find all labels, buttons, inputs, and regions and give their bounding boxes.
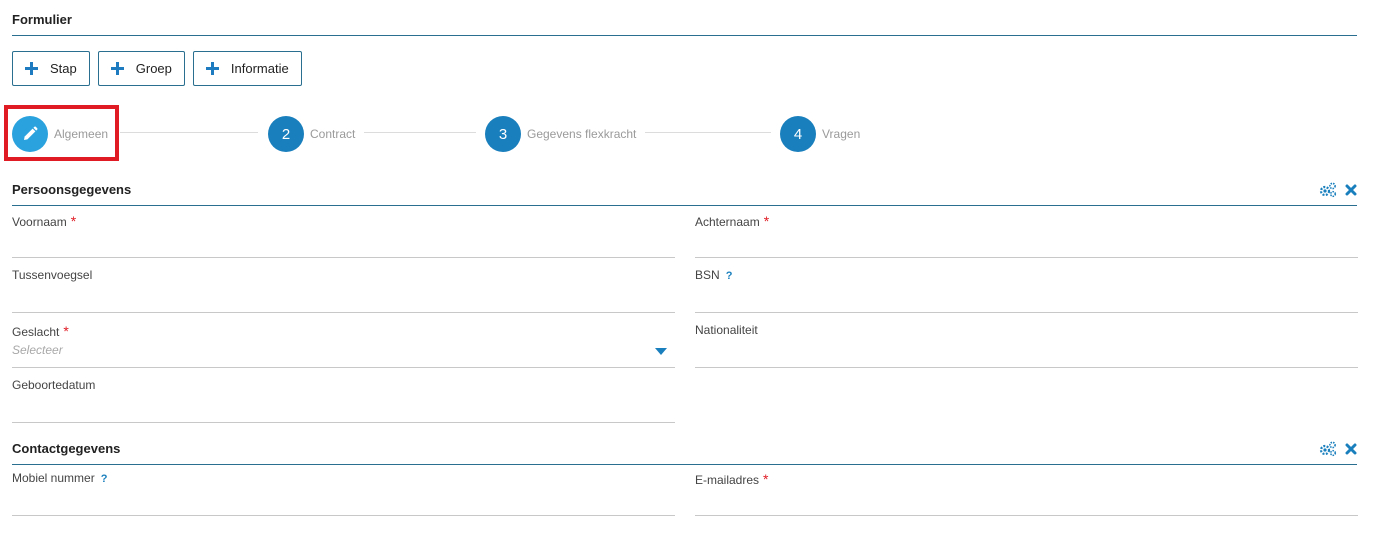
select-placeholder: Selecteer bbox=[12, 343, 63, 357]
add-group-label: Groep bbox=[135, 61, 172, 76]
section-title: Contactgegevens bbox=[12, 441, 121, 456]
add-step-button[interactable]: Stap bbox=[12, 51, 90, 86]
field-label: Mobiel nummer? bbox=[12, 471, 108, 485]
add-group-button[interactable]: Groep bbox=[97, 51, 185, 86]
title-divider bbox=[12, 35, 1357, 36]
plus-icon bbox=[110, 62, 124, 75]
step-gegevens-flexkracht[interactable]: 3 Gegevens flexkracht bbox=[485, 116, 636, 152]
caret-down-icon[interactable] bbox=[655, 348, 667, 355]
close-icon[interactable] bbox=[1345, 443, 1357, 455]
field-label: Geboortedatum bbox=[12, 378, 96, 392]
field-label: Voornaam * bbox=[12, 213, 77, 229]
step-number: 4 bbox=[780, 116, 816, 152]
step-connector bbox=[120, 132, 258, 133]
section-contactgegevens-header: Contactgegevens bbox=[12, 441, 1357, 465]
required-marker: * bbox=[63, 323, 69, 339]
required-marker: * bbox=[70, 213, 77, 229]
add-step-label: Stap bbox=[50, 61, 77, 76]
required-marker: * bbox=[763, 471, 769, 487]
close-icon[interactable] bbox=[1345, 184, 1357, 196]
field-label: Nationaliteit bbox=[695, 323, 758, 337]
achternaam-field[interactable]: Achternaam * bbox=[695, 210, 1358, 258]
section-actions bbox=[1319, 441, 1357, 457]
step-contract[interactable]: 2 Contract bbox=[268, 116, 355, 152]
emailadres-field[interactable]: E-mailadres * bbox=[695, 468, 1358, 516]
help-icon[interactable]: ? bbox=[101, 473, 108, 485]
mobiel-nummer-field[interactable]: Mobiel nummer? bbox=[12, 468, 675, 516]
field-label: Tussenvoegsel bbox=[12, 268, 93, 282]
step-label: Contract bbox=[310, 127, 356, 141]
field-label: Geslacht * bbox=[12, 323, 69, 339]
plus-icon bbox=[205, 62, 219, 75]
tussenvoegsel-field[interactable]: Tussenvoegsel bbox=[12, 265, 675, 313]
required-marker: * bbox=[763, 213, 770, 229]
plus-icon bbox=[25, 62, 38, 75]
section-persoonsgegevens-header: Persoonsgegevens bbox=[12, 182, 1357, 206]
step-number: 3 bbox=[485, 116, 521, 152]
section-title: Persoonsgegevens bbox=[12, 182, 132, 197]
gears-icon[interactable] bbox=[1319, 441, 1337, 457]
nationaliteit-field[interactable]: Nationaliteit bbox=[695, 320, 1358, 368]
form-stepper: Algemeen 2 Contract 3 Gegevens flexkrach… bbox=[0, 104, 1376, 162]
section-actions bbox=[1319, 182, 1357, 198]
add-information-button[interactable]: Informatie bbox=[192, 51, 302, 86]
form-title: Formulier bbox=[12, 12, 72, 27]
step-label: Gegevens flexkracht bbox=[527, 127, 637, 141]
voornaam-field[interactable]: Voornaam * bbox=[12, 210, 675, 258]
geslacht-select[interactable]: Geslacht * Selecteer bbox=[12, 320, 675, 368]
step-connector bbox=[645, 132, 771, 133]
gears-icon[interactable] bbox=[1319, 182, 1337, 198]
toolbar: Stap Groep Informatie bbox=[12, 51, 302, 86]
bsn-field[interactable]: BSN? bbox=[695, 265, 1358, 313]
field-label: E-mailadres * bbox=[695, 471, 769, 487]
step-number: 2 bbox=[268, 116, 304, 152]
step-label: Vragen bbox=[822, 127, 861, 141]
geboortedatum-field[interactable]: Geboortedatum bbox=[12, 375, 675, 423]
add-information-label: Informatie bbox=[230, 61, 289, 76]
help-icon[interactable]: ? bbox=[726, 270, 733, 282]
step-connector bbox=[364, 132, 476, 133]
highlight-box bbox=[4, 105, 119, 161]
field-label: Achternaam * bbox=[695, 213, 770, 229]
step-vragen[interactable]: 4 Vragen bbox=[780, 116, 860, 152]
field-label: BSN? bbox=[695, 268, 733, 282]
